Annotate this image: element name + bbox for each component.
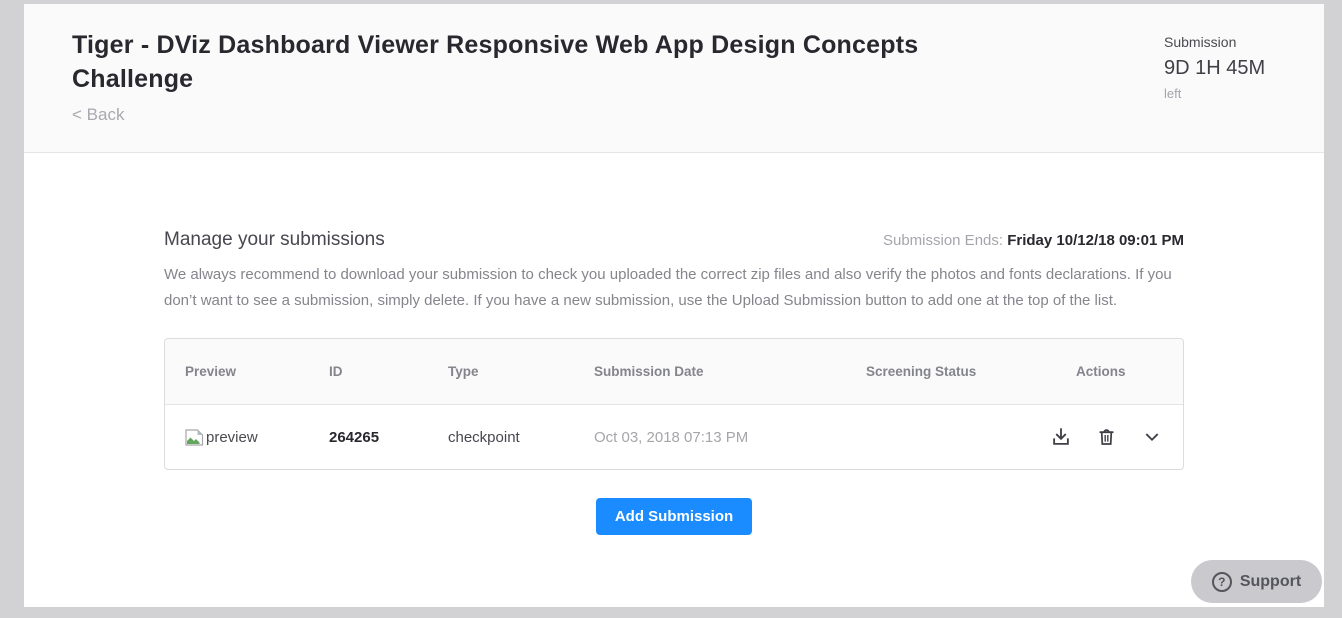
column-header-submission-date: Submission Date [594, 364, 704, 379]
back-link[interactable]: < Back [72, 105, 124, 125]
section-title: Manage your submissions [164, 229, 385, 250]
submission-ends-label: Submission Ends: [882, 232, 1004, 249]
column-header-actions: Actions [1076, 364, 1126, 379]
countdown-label: Submission [1164, 34, 1237, 50]
trash-icon[interactable] [1094, 424, 1119, 450]
support-button[interactable]: ? Support [1191, 560, 1322, 603]
column-header-id: ID [329, 364, 343, 379]
broken-image-icon [185, 428, 205, 446]
column-header-preview: Preview [185, 364, 237, 379]
question-mark-icon: ? [1211, 571, 1232, 592]
add-submission-button[interactable]: Add Submission [596, 498, 752, 535]
chevron-down-icon[interactable] [1139, 424, 1165, 450]
countdown-time: 9D 1H 45M [1164, 57, 1266, 79]
column-header-type: Type [448, 364, 479, 379]
app-page: Tiger - DViz Dashboard Viewer Responsive… [24, 4, 1324, 607]
support-label: Support [1239, 572, 1302, 590]
add-submission-wrap: Add Submission [164, 498, 1184, 535]
table-header-row: Preview ID Type Submission Date Screenin… [165, 339, 1183, 405]
section-head: Manage your submissions Submission Ends:… [164, 229, 1184, 251]
challenge-title: Tiger - DViz Dashboard Viewer Responsive… [72, 31, 919, 93]
table-row: preview 264265 checkpoint Oct 03, 2018 0… [165, 405, 1183, 469]
submission-ends: Submission Ends: Friday 10/12/18 09:01 P… [883, 232, 1184, 249]
submissions-table: Preview ID Type Submission Date Screenin… [164, 338, 1184, 470]
row-actions [1048, 424, 1183, 450]
download-icon[interactable] [1048, 424, 1074, 450]
preview-cell[interactable]: preview [185, 429, 329, 446]
countdown-suffix: left [1164, 86, 1182, 101]
submission-type: checkpoint [448, 428, 520, 446]
preview-alt-text: preview [206, 428, 258, 446]
submission-countdown: Submission 9D 1H 45M left [1164, 28, 1274, 152]
column-header-screening-status: Screening Status [866, 364, 977, 379]
submission-date: Oct 03, 2018 07:13 PM [594, 428, 749, 446]
header-left: Tiger - DViz Dashboard Viewer Responsive… [72, 28, 982, 152]
challenge-header: Tiger - DViz Dashboard Viewer Responsive… [24, 4, 1324, 153]
section-description: We always recommend to download your sub… [164, 266, 1172, 309]
submission-id: 264265 [329, 428, 380, 446]
submission-ends-value: Friday 10/12/18 09:01 PM [1007, 232, 1184, 249]
submissions-section: Manage your submissions Submission Ends:… [24, 153, 1208, 535]
